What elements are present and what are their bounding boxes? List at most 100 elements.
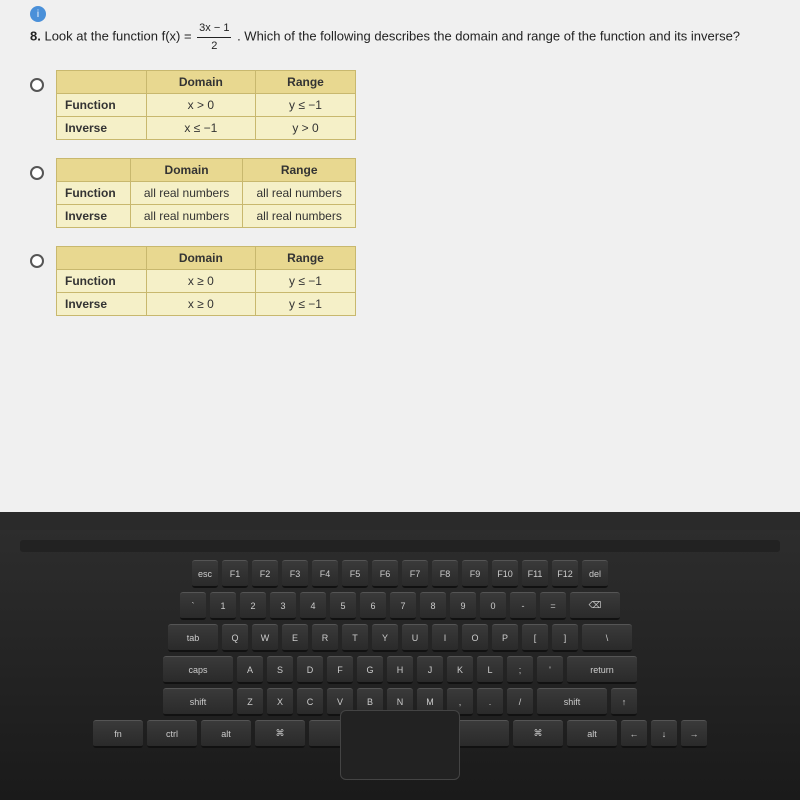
inverse-range-2: all real numbers xyxy=(243,205,356,228)
function-range-2: all real numbers xyxy=(243,182,356,205)
key-ctrl[interactable]: ctrl xyxy=(147,720,197,748)
key-j[interactable]: J xyxy=(417,656,443,684)
key-rbracket[interactable]: ] xyxy=(552,624,578,652)
key-t[interactable]: T xyxy=(342,624,368,652)
key-s[interactable]: S xyxy=(267,656,293,684)
radio-option-2[interactable] xyxy=(30,166,44,180)
info-icon[interactable]: i xyxy=(30,6,46,22)
question-header: 8. Look at the function f(x) = 3x − 1 2 … xyxy=(30,20,770,54)
key-f8[interactable]: F8 xyxy=(432,560,458,588)
key-shift-right[interactable]: shift xyxy=(537,688,607,716)
key-p[interactable]: P xyxy=(492,624,518,652)
key-backspace[interactable]: ⌫ xyxy=(570,592,620,620)
key-f7[interactable]: F7 xyxy=(402,560,428,588)
key-7[interactable]: 7 xyxy=(390,592,416,620)
key-f5[interactable]: F5 xyxy=(342,560,368,588)
key-4[interactable]: 4 xyxy=(300,592,326,620)
key-0[interactable]: 0 xyxy=(480,592,506,620)
key-i[interactable]: I xyxy=(432,624,458,652)
key-fn[interactable]: fn xyxy=(93,720,143,748)
key-o[interactable]: O xyxy=(462,624,488,652)
key-r[interactable]: R xyxy=(312,624,338,652)
key-lbracket[interactable]: [ xyxy=(522,624,548,652)
inverse-domain-1: x ≤ −1 xyxy=(146,117,255,140)
key-9[interactable]: 9 xyxy=(450,592,476,620)
answer-table-3: Domain Range Function x ≥ 0 y ≤ −1 Inver… xyxy=(56,246,356,316)
key-f10[interactable]: F10 xyxy=(492,560,518,588)
key-f9[interactable]: F9 xyxy=(462,560,488,588)
key-row-1: esc F1 F2 F3 F4 F5 F6 F7 F8 F9 F10 F11 F… xyxy=(20,560,780,588)
function-domain-1: x > 0 xyxy=(146,94,255,117)
key-f4[interactable]: F4 xyxy=(312,560,338,588)
key-h[interactable]: H xyxy=(387,656,413,684)
key-e[interactable]: E xyxy=(282,624,308,652)
key-alt-left[interactable]: alt xyxy=(201,720,251,748)
inverse-range-3: y ≤ −1 xyxy=(256,293,356,316)
key-c[interactable]: C xyxy=(297,688,323,716)
keyboard-area: esc F1 F2 F3 F4 F5 F6 F7 F8 F9 F10 F11 F… xyxy=(0,530,800,800)
key-f2[interactable]: F2 xyxy=(252,560,278,588)
key-l[interactable]: L xyxy=(477,656,503,684)
key-return[interactable]: return xyxy=(567,656,637,684)
key-6[interactable]: 6 xyxy=(360,592,386,620)
radio-option-3[interactable] xyxy=(30,254,44,268)
key-slash[interactable]: / xyxy=(507,688,533,716)
key-semicolon[interactable]: ; xyxy=(507,656,533,684)
key-shift-left[interactable]: shift xyxy=(163,688,233,716)
key-left[interactable]: ← xyxy=(621,720,647,748)
table-row: Function all real numbers all real numbe… xyxy=(57,182,356,205)
key-8[interactable]: 8 xyxy=(420,592,446,620)
key-tab[interactable]: tab xyxy=(168,624,218,652)
key-up[interactable]: ↑ xyxy=(611,688,637,716)
function-label: f(x) = xyxy=(162,28,196,43)
key-q[interactable]: Q xyxy=(222,624,248,652)
key-equals[interactable]: = xyxy=(540,592,566,620)
key-x[interactable]: X xyxy=(267,688,293,716)
key-2[interactable]: 2 xyxy=(240,592,266,620)
key-5[interactable]: 5 xyxy=(330,592,356,620)
row-label-function-3: Function xyxy=(57,270,147,293)
col-header-empty-2 xyxy=(57,159,131,182)
key-1[interactable]: 1 xyxy=(210,592,236,620)
key-alt-right[interactable]: alt xyxy=(567,720,617,748)
key-cmd-left[interactable]: ⌘ xyxy=(255,720,305,748)
key-u[interactable]: U xyxy=(402,624,428,652)
key-f6[interactable]: F6 xyxy=(372,560,398,588)
key-caps[interactable]: caps xyxy=(163,656,233,684)
key-right[interactable]: → xyxy=(681,720,707,748)
options-container: Domain Range Function x > 0 y ≤ −1 Inver… xyxy=(30,70,770,316)
function-fraction: 3x − 1 2 xyxy=(197,20,231,54)
trackpad[interactable] xyxy=(340,710,460,780)
question-text-before: Look at the function xyxy=(44,28,157,43)
key-g[interactable]: G xyxy=(357,656,383,684)
function-domain-2: all real numbers xyxy=(130,182,243,205)
key-f3[interactable]: F3 xyxy=(282,560,308,588)
key-del[interactable]: del xyxy=(582,560,608,588)
key-k[interactable]: K xyxy=(447,656,473,684)
key-d[interactable]: D xyxy=(297,656,323,684)
key-y[interactable]: Y xyxy=(372,624,398,652)
key-period[interactable]: . xyxy=(477,688,503,716)
function-range-3: y ≤ −1 xyxy=(256,270,356,293)
row-label-inverse-1: Inverse xyxy=(57,117,147,140)
key-row-3: tab Q W E R T Y U I O P [ ] \ xyxy=(20,624,780,652)
key-backslash[interactable]: \ xyxy=(582,624,632,652)
key-backtick[interactable]: ` xyxy=(180,592,206,620)
radio-option-1[interactable] xyxy=(30,78,44,92)
key-cmd-right[interactable]: ⌘ xyxy=(513,720,563,748)
question-number: 8. xyxy=(30,28,41,43)
key-minus[interactable]: - xyxy=(510,592,536,620)
key-w[interactable]: W xyxy=(252,624,278,652)
key-f[interactable]: F xyxy=(327,656,353,684)
row-label-inverse-3: Inverse xyxy=(57,293,147,316)
key-f12[interactable]: F12 xyxy=(552,560,578,588)
key-3[interactable]: 3 xyxy=(270,592,296,620)
key-f1[interactable]: F1 xyxy=(222,560,248,588)
key-down[interactable]: ↓ xyxy=(651,720,677,748)
key-escape[interactable]: esc xyxy=(192,560,218,588)
key-a[interactable]: A xyxy=(237,656,263,684)
fraction-denominator: 2 xyxy=(209,38,219,55)
key-z[interactable]: Z xyxy=(237,688,263,716)
key-quote[interactable]: ' xyxy=(537,656,563,684)
key-f11[interactable]: F11 xyxy=(522,560,548,588)
